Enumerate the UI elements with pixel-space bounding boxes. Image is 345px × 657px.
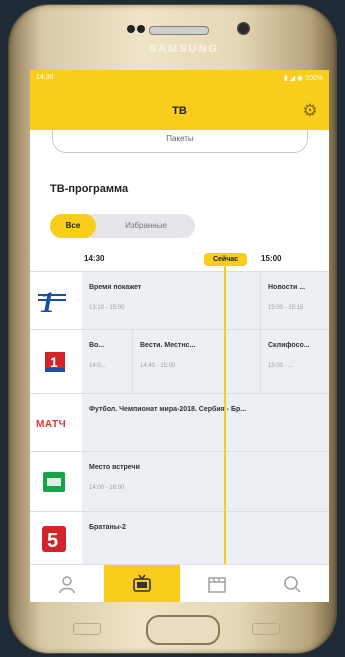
- status-time: 14:30: [36, 74, 54, 81]
- sensor-icon: [127, 25, 135, 33]
- ntv-icon[interactable]: [30, 452, 83, 512]
- channel-5-icon[interactable]: 5: [30, 512, 83, 564]
- program-title: Место встречи: [89, 464, 140, 471]
- program-title: Новости ...: [268, 284, 306, 291]
- channel-1-icon[interactable]: 1: [30, 272, 83, 330]
- program-title: Братаны-2: [89, 524, 126, 531]
- program-cell[interactable]: Новости ... 15:00 - 15:15: [261, 272, 329, 330]
- program-cell[interactable]: Время покажет 13:10 - 15:00: [82, 272, 261, 330]
- status-bar: 14:30 ▮ ◢ ◉ 100%: [34, 74, 325, 84]
- app-header: 14:30 ▮ ◢ ◉ 100% ТВ ⚙: [30, 70, 329, 130]
- program-time: 14:40 - 15:00: [140, 363, 176, 369]
- tab-favorites[interactable]: Избранные: [100, 214, 192, 238]
- svg-text:1: 1: [50, 354, 58, 370]
- program-title: Вести. Местнс...: [140, 342, 196, 349]
- time-label: 15:00: [261, 254, 282, 263]
- bottom-nav: [30, 564, 329, 602]
- program-cell[interactable]: Место встречи 14:00 - 16:00: [82, 452, 329, 512]
- program-time: 14:0...: [89, 363, 106, 369]
- svg-text:1: 1: [40, 286, 55, 319]
- svg-text:5: 5: [47, 530, 58, 552]
- page-title: ТВ: [172, 105, 187, 117]
- app-screen: 14:30 ▮ ◢ ◉ 100% ТВ ⚙ Пакеты ТВ-программ…: [30, 70, 329, 602]
- program-cell[interactable]: Склифосо... 15:00 - ...: [261, 330, 329, 394]
- program-time: 13:10 - 15:00: [89, 305, 125, 311]
- program-time: 15:00 - 15:15: [268, 305, 304, 311]
- russia-1-icon[interactable]: 1: [30, 330, 83, 394]
- top-bezel: SAMSUNG: [9, 5, 336, 75]
- tv-icon[interactable]: [104, 565, 180, 602]
- sensor-icon: [137, 25, 145, 33]
- program-cell[interactable]: Вести. Местнс... 14:40 - 15:00: [133, 330, 261, 394]
- svg-text:МАТЧ: МАТЧ: [36, 419, 66, 430]
- now-indicator-line: [224, 266, 226, 602]
- user-icon[interactable]: [30, 565, 104, 602]
- filter-tabs: Все Избранные: [50, 214, 195, 238]
- program-title: Футбол. Чемпионат мира-2018. Сербия - Бр…: [89, 406, 247, 413]
- channel-row: 1 Время покажет 13:10 - 15:00 Новости ..…: [30, 271, 329, 330]
- program-title: Время покажет: [89, 284, 142, 291]
- status-icons: ▮ ◢ ◉ 100%: [283, 75, 323, 82]
- channel-row: 1 Во... 14:0... Вести. Местнс... 14:40 -…: [30, 329, 329, 394]
- program-time: 15:00 - ...: [268, 363, 294, 369]
- clapperboard-icon[interactable]: [180, 565, 254, 602]
- recent-apps-key[interactable]: [73, 623, 101, 635]
- program-cell[interactable]: Братаны-2: [82, 512, 329, 564]
- program-cell[interactable]: Футбол. Чемпионат мира-2018. Сербия - Бр…: [82, 394, 329, 452]
- program-title: Во...: [89, 342, 105, 349]
- match-tv-icon[interactable]: МАТЧ: [30, 394, 83, 452]
- channel-row: 5 Братаны-2: [30, 511, 329, 564]
- tab-all[interactable]: Все: [50, 214, 96, 238]
- search-icon[interactable]: [254, 565, 329, 602]
- gear-icon[interactable]: ⚙: [301, 102, 319, 120]
- now-badge[interactable]: Сейчас: [204, 253, 247, 266]
- program-title: Склифосо...: [268, 342, 310, 349]
- channel-row: Место встречи 14:00 - 16:00: [30, 451, 329, 512]
- section-title: ТВ-программа: [50, 183, 129, 195]
- brand-logo: SAMSUNG: [148, 43, 220, 55]
- speaker-grille: [149, 26, 209, 35]
- packages-button[interactable]: Пакеты: [52, 130, 308, 153]
- timeline: 14:30 Сейчас 15:00: [30, 250, 329, 270]
- front-camera-icon: [237, 22, 250, 35]
- program-time: 14:00 - 16:00: [89, 485, 125, 491]
- schedule-grid: 1 Время покажет 13:10 - 15:00 Новости ..…: [30, 271, 329, 564]
- time-label: 14:30: [84, 254, 105, 263]
- back-key[interactable]: [252, 623, 280, 635]
- program-cell[interactable]: Во... 14:0...: [82, 330, 133, 394]
- home-button[interactable]: [146, 615, 220, 645]
- channel-row: МАТЧ Футбол. Чемпионат мира-2018. Сербия…: [30, 393, 329, 452]
